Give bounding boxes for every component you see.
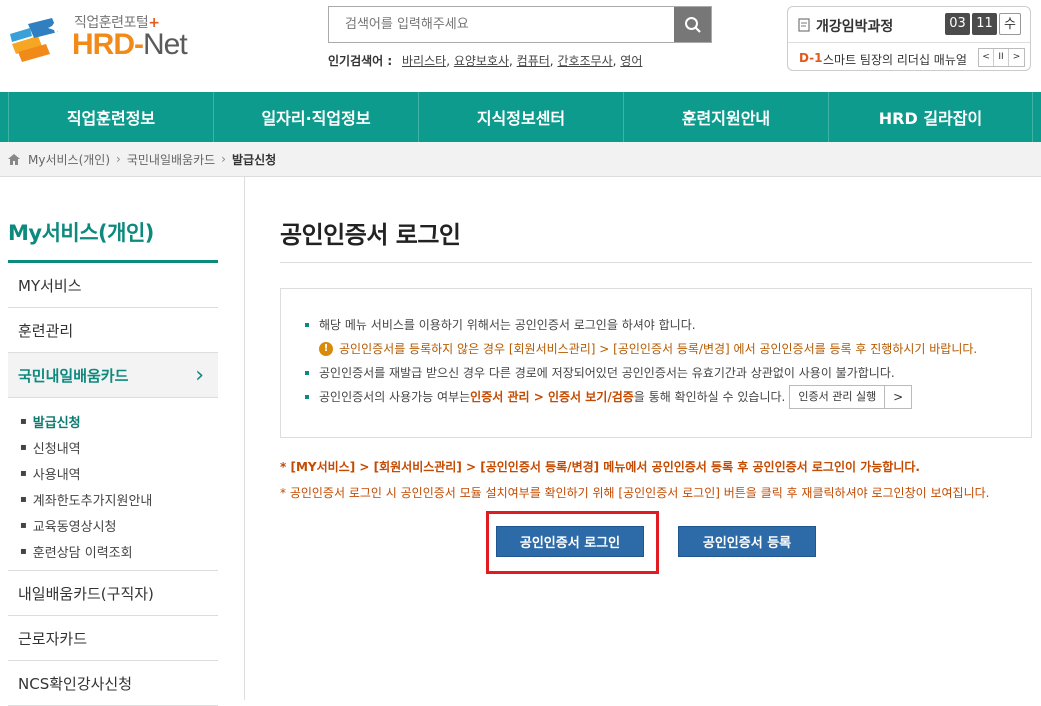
breadcrumb-current: 발급신청 bbox=[231, 152, 277, 167]
popular-keyword[interactable]: 영어 bbox=[620, 54, 642, 68]
bullet-icon bbox=[305, 323, 309, 327]
nav-knowledge-center[interactable]: 지식정보센터 bbox=[418, 92, 623, 142]
bullet-icon: ▪ bbox=[20, 441, 27, 453]
sidebar-menu: MY서비스 훈련관리 국민내일배움카드 › ▪ 발급신청 ▪ 신청내역 ▪ 사용내역 … bbox=[8, 263, 218, 706]
sidebar-item-my-service[interactable]: MY서비스 bbox=[8, 263, 218, 308]
next-button[interactable]: > bbox=[1009, 49, 1024, 66]
note-register: * [MY서비스] > [회원서비스관리] > [공인인증서 등록/변경] 메뉴… bbox=[280, 460, 920, 474]
sidebar-item-jobseeker-card[interactable]: 내일배움카드(구직자) bbox=[8, 571, 218, 616]
rolling-controls: < II > bbox=[978, 48, 1025, 67]
sidebar-item-worker-card[interactable]: 근로자카드 bbox=[8, 616, 218, 661]
hrd-logo-icon bbox=[10, 18, 64, 62]
sidebar-item-label: 국민내일배움카드 bbox=[18, 366, 129, 385]
popular-keyword[interactable]: 간호조무사 bbox=[557, 54, 612, 68]
chevron-right-icon: > bbox=[893, 390, 904, 404]
bullet-icon: ▪ bbox=[20, 415, 27, 427]
popular-keywords: 인기검색어 : 바리스타, 요양보호사, 컴퓨터, 간호조무사, 영어 bbox=[328, 54, 643, 68]
bullet-icon: ▪ bbox=[20, 545, 27, 557]
d-day-badge: D-1 bbox=[799, 51, 823, 65]
main-nav: 직업훈련정보 일자리·직업정보 지식정보센터 훈련지원안내 HRD 길라잡이 bbox=[0, 92, 1041, 142]
breadcrumb-item[interactable]: My서비스(개인) bbox=[28, 151, 110, 168]
breadcrumb-item[interactable]: 국민내일배움카드 bbox=[127, 151, 215, 168]
chevron-right-icon: › bbox=[116, 152, 121, 166]
popular-label: 인기검색어 : bbox=[328, 54, 393, 68]
nav-training-support[interactable]: 훈련지원안내 bbox=[623, 92, 828, 142]
bullet-icon: ▪ bbox=[20, 467, 27, 479]
cert-manager-button[interactable]: 인증서 관리 실행 > bbox=[789, 385, 913, 409]
popular-keyword[interactable]: 바리스타 bbox=[402, 54, 446, 68]
search-button[interactable] bbox=[674, 7, 711, 42]
breadcrumb: My서비스(개인) › 국민내일배움카드 › 발급신청 bbox=[0, 142, 1041, 177]
submenu-item-usage[interactable]: ▪ 사용내역 bbox=[20, 460, 218, 486]
info-item: 해당 메뉴 서비스를 이용하기 위해서는 공인인증서 로그인을 하셔야 합니다. bbox=[305, 313, 1031, 337]
search-input[interactable] bbox=[329, 7, 675, 42]
main-content: 공인인증서 로그인 해당 메뉴 서비스를 이용하기 위해서는 공인인증서 로그인… bbox=[246, 177, 1041, 700]
prev-button[interactable]: < bbox=[979, 49, 994, 66]
info-item: 공인인증서의 사용가능 여부는 인증서 관리 > 인증서 보기/검증 을 통해 확… bbox=[305, 385, 1031, 409]
cert-register-button[interactable]: 공인인증서 등록 bbox=[678, 526, 816, 557]
nav-training-info[interactable]: 직업훈련정보 bbox=[8, 92, 213, 142]
submenu-item-apply[interactable]: ▪ 발급신청 bbox=[20, 408, 218, 434]
popular-keyword[interactable]: 컴퓨터 bbox=[517, 54, 550, 68]
date-weekday: 수 bbox=[999, 13, 1021, 35]
popular-keyword[interactable]: 요양보호사 bbox=[454, 54, 509, 68]
sidebar: My서비스(개인) MY서비스 훈련관리 국민내일배움카드 › ▪ 발급신청 ▪ 신… bbox=[0, 177, 245, 706]
home-icon[interactable] bbox=[8, 153, 20, 165]
cert-login-button[interactable]: 공인인증서 로그인 bbox=[496, 526, 644, 557]
upcoming-course-link[interactable]: 스마트 팀장의 리더십 매뉴얼 bbox=[823, 51, 973, 68]
submenu-item-history[interactable]: ▪ 신청내역 bbox=[20, 434, 218, 460]
submenu-item-video[interactable]: ▪ 교육동영상시청 bbox=[20, 512, 218, 538]
upcoming-courses-title: 개강임박과정 bbox=[816, 19, 894, 35]
date-day: 11 bbox=[972, 13, 997, 35]
sidebar-item-national-card[interactable]: 국민내일배움카드 › bbox=[8, 353, 218, 398]
warning-icon: ! bbox=[319, 342, 333, 356]
note-module: * 공인인증서 로그인 시 공인인증서 모듈 설치여부를 확인하기 위해 [공인… bbox=[280, 486, 990, 500]
divider bbox=[788, 42, 1030, 43]
chevron-right-icon: › bbox=[221, 152, 226, 166]
nav-hrd-guide[interactable]: HRD 길라잡이 bbox=[828, 92, 1033, 142]
sidebar-item-ncs-instructor[interactable]: NCS확인강사신청 bbox=[8, 661, 218, 706]
sidebar-item-training-management[interactable]: 훈련관리 bbox=[8, 308, 218, 353]
search-icon bbox=[684, 16, 701, 33]
date-month: 03 bbox=[945, 13, 970, 35]
logo-wordmark: HRD-Net bbox=[72, 28, 188, 61]
search-box bbox=[328, 6, 712, 43]
info-box: 해당 메뉴 서비스를 이용하기 위해서는 공인인증서 로그인을 하셔야 합니다.… bbox=[280, 288, 1032, 438]
nav-jobs-info[interactable]: 일자리·직업정보 bbox=[213, 92, 418, 142]
page-title: 공인인증서 로그인 bbox=[280, 221, 461, 249]
logo[interactable]: 직업훈련포털+ HRD-Net bbox=[8, 10, 208, 70]
document-icon bbox=[798, 18, 810, 32]
warning-item: ! 공인인증서를 등록하지 않은 경우 [회원서비스관리] > [공인인증서 등록… bbox=[305, 337, 1031, 361]
submenu-item-limit-support[interactable]: ▪ 계좌한도추가지원안내 bbox=[20, 486, 218, 512]
sidebar-submenu: ▪ 발급신청 ▪ 신청내역 ▪ 사용내역 ▪ 계좌한도추가지원안내 ▪ 교육동영상시청 ▪… bbox=[8, 398, 218, 571]
bullet-icon: ▪ bbox=[20, 519, 27, 531]
bullet-icon bbox=[305, 371, 309, 375]
sidebar-title: My서비스(개인) bbox=[8, 221, 154, 245]
chevron-right-icon: › bbox=[195, 362, 204, 388]
info-item: 공인인증서를 재발급 받으신 경우 다른 경로에 저장되어있던 공인인증서는 유… bbox=[305, 361, 1031, 385]
bullet-icon bbox=[305, 395, 309, 399]
upcoming-courses-widget: 개강임박과정 03 11 수 D-1 스마트 팀장의 리더십 매뉴얼 < II … bbox=[787, 6, 1031, 71]
header: 직업훈련포털+ HRD-Net 인기검색어 : 바리스타, 요양보호사, 컴퓨터… bbox=[0, 0, 1041, 92]
bullet-icon: ▪ bbox=[20, 493, 27, 505]
divider bbox=[280, 262, 1032, 263]
submenu-item-consult-history[interactable]: ▪ 훈련상담 이력조회 bbox=[20, 538, 218, 564]
pause-button[interactable]: II bbox=[994, 49, 1009, 66]
